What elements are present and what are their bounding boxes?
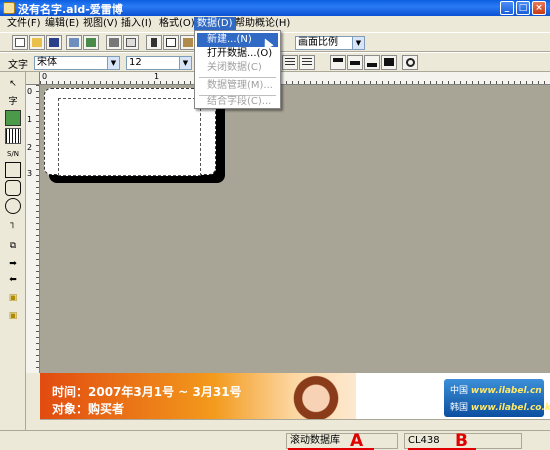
database-status-label: 滚动数据库 xyxy=(290,435,340,446)
database-status: 滚动数据库 xyxy=(286,433,398,449)
print-preview-icon[interactable] xyxy=(123,35,139,50)
text-label: 文字 xyxy=(8,60,28,71)
promo-panel: 时间：2007年3月1号 ~ 3月31号 对象：购买者 xyxy=(40,373,356,419)
maximize-button[interactable]: □ xyxy=(516,1,530,15)
ad-banner[interactable]: 时间：2007年3月1号 ~ 3月31号 对象：购买者 中国 www.ilabe… xyxy=(40,373,550,419)
menu-separator xyxy=(199,77,276,78)
menu-edit[interactable]: 编辑(E) xyxy=(42,17,82,31)
font-size-select[interactable]: 12 ▼ xyxy=(126,56,192,70)
label-page[interactable] xyxy=(44,88,216,176)
ruler-mark: 1 xyxy=(154,72,160,81)
menu-view[interactable]: 视图(V) xyxy=(80,17,121,31)
chevron-down-icon[interactable]: ▼ xyxy=(107,57,119,69)
title-bar: 没有名字.ald-爱雷博 _ □ × xyxy=(0,0,550,16)
ruler-mark: 0 xyxy=(42,72,48,81)
link-icon[interactable] xyxy=(83,35,99,50)
tool-palette: ↖ 字 S/N ┐ ⧉ ➡ ⬅ ▣ ▣ xyxy=(0,72,26,432)
valign-middle-icon[interactable] xyxy=(347,55,363,70)
ruler-corner xyxy=(26,72,40,85)
horizontal-ruler: 0 1 xyxy=(40,72,550,85)
menu-insert[interactable]: 插入(I) xyxy=(118,17,155,31)
menu-help[interactable]: 帮助概论(H) xyxy=(232,17,293,31)
valign-bottom-icon[interactable] xyxy=(364,55,380,70)
valign-justify-icon[interactable] xyxy=(381,55,397,70)
china-site-link[interactable]: 中国 www.ilabel.cn xyxy=(450,383,542,396)
forward-tool-icon[interactable]: ➡ xyxy=(5,256,21,272)
status-bar: 滚动数据库 CL438 A B xyxy=(0,430,550,450)
serial-number-tool-icon[interactable]: S/N xyxy=(5,146,21,162)
data-menu-dropdown: 新建...(N) 打开数据...(O) 关闭数据(C) 数据管理(M)... 结… xyxy=(194,30,281,109)
font-value: 宋体 xyxy=(37,57,57,68)
open-folder-icon[interactable] xyxy=(29,35,45,50)
font-select[interactable]: 宋体 ▼ xyxy=(34,56,120,70)
menu-item-close-data: 关闭数据(C) xyxy=(207,62,262,73)
site-links-panel: 中国 www.ilabel.cn 韩国 www.ilabel.co.kr xyxy=(444,379,550,417)
menu-item-open-data[interactable]: 打开数据...(O) xyxy=(197,47,278,61)
font-size-value: 12 xyxy=(129,57,142,68)
design-canvas[interactable] xyxy=(40,85,550,373)
pointer-tool-icon[interactable]: ↖ xyxy=(5,76,21,92)
chevron-down-icon[interactable]: ▼ xyxy=(179,57,191,69)
minimize-button[interactable]: _ xyxy=(500,1,514,15)
zoom-value: 画面比例 xyxy=(298,37,338,48)
print-icon[interactable] xyxy=(106,35,122,50)
align-right-icon[interactable] xyxy=(299,55,315,70)
window-title: 没有名字.ald-爱雷博 xyxy=(18,3,123,16)
printer-name: CL438 xyxy=(408,435,440,446)
horizontal-scrollbar[interactable] xyxy=(40,419,550,430)
korea-label: 韩国 xyxy=(450,403,469,413)
rounded-rect-tool-icon[interactable] xyxy=(5,180,21,196)
china-label: 中国 xyxy=(450,386,469,396)
menu-data[interactable]: 数据(D) xyxy=(194,17,236,31)
line-tool-icon[interactable]: ┐ xyxy=(5,216,21,232)
bring-front-icon[interactable]: ▣ xyxy=(5,290,21,306)
zoom-select[interactable]: 画面比例 ▼ xyxy=(295,36,365,50)
text-tool-icon[interactable]: 字 xyxy=(5,94,21,110)
ruler-mark: 3 xyxy=(27,169,33,178)
menu-file[interactable]: 文件(F) xyxy=(4,17,44,31)
close-button[interactable]: × xyxy=(532,1,546,15)
ellipse-tool-icon[interactable] xyxy=(5,198,21,214)
menu-format[interactable]: 格式(O) xyxy=(156,17,198,31)
korea-url[interactable]: www.ilabel.co.kr xyxy=(471,403,550,413)
ruler-mark: 1 xyxy=(27,115,33,124)
valign-top-icon[interactable] xyxy=(330,55,346,70)
model-photo xyxy=(276,373,356,419)
ruler-mark: 2 xyxy=(27,143,33,152)
rotate-icon[interactable] xyxy=(402,55,418,70)
promo-period: 时间：2007年3月1号 ~ 3月31号 xyxy=(52,385,242,399)
label-printable-area[interactable] xyxy=(58,98,201,176)
group-tool-icon[interactable]: ⧉ xyxy=(5,238,21,254)
ruler-mark: 0 xyxy=(27,87,33,96)
database-icon[interactable] xyxy=(66,35,82,50)
app-icon xyxy=(3,2,15,14)
save-icon[interactable] xyxy=(46,35,62,50)
vertical-ruler: 0 1 2 3 xyxy=(26,85,40,373)
chevron-down-icon[interactable]: ▼ xyxy=(352,37,364,49)
align-center-icon[interactable] xyxy=(282,55,298,70)
menu-item-bind-field: 结合字段(C)... xyxy=(207,96,272,107)
send-back-icon[interactable]: ▣ xyxy=(5,308,21,324)
menu-item-data-manage: 数据管理(M)... xyxy=(207,80,273,91)
backward-tool-icon[interactable]: ⬅ xyxy=(5,272,21,288)
copy-icon[interactable] xyxy=(163,35,179,50)
korea-site-link[interactable]: 韩国 www.ilabel.co.kr xyxy=(450,400,550,413)
barcode-tool-icon[interactable] xyxy=(5,128,21,144)
china-url[interactable]: www.ilabel.cn xyxy=(471,386,542,396)
new-file-icon[interactable] xyxy=(12,35,28,50)
cut-icon[interactable] xyxy=(146,35,162,50)
rectangle-tool-icon[interactable] xyxy=(5,162,21,178)
promo-audience: 对象：购买者 xyxy=(52,402,125,416)
image-tool-icon[interactable] xyxy=(5,110,21,126)
